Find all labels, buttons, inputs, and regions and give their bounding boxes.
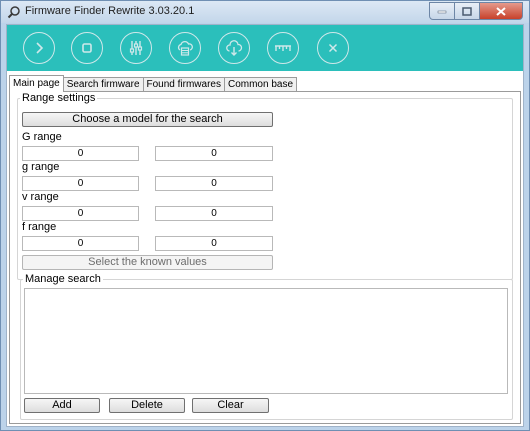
toolbar xyxy=(7,25,523,71)
settings-button[interactable] xyxy=(120,32,152,64)
tab-main-page[interactable]: Main page xyxy=(9,75,64,92)
play-icon xyxy=(36,42,44,54)
close-icon xyxy=(496,6,506,16)
minimize-icon xyxy=(437,10,447,14)
g-lower-range-from-field[interactable]: 0 xyxy=(22,176,139,191)
select-known-values-button[interactable]: Select the known values xyxy=(22,255,273,270)
g-lower-range-label: g range xyxy=(22,161,60,173)
v-range-to-field[interactable]: 0 xyxy=(155,206,273,221)
clear-button[interactable]: Clear xyxy=(192,398,269,413)
v-range-from-field[interactable]: 0 xyxy=(22,206,139,221)
exit-button[interactable] xyxy=(317,32,349,64)
stop-icon xyxy=(82,43,92,53)
manage-search-title: Manage search xyxy=(23,273,103,285)
server-button[interactable] xyxy=(169,32,201,64)
search-queue-list[interactable] xyxy=(24,288,508,394)
f-range-from-field[interactable]: 0 xyxy=(22,236,139,251)
window-title: Firmware Finder Rewrite 3.03.20.1 xyxy=(25,5,195,17)
sliders-icon xyxy=(129,41,143,55)
client-area: Main page Search firmware Found firmware… xyxy=(6,24,524,427)
title-bar[interactable]: Firmware Finder Rewrite 3.03.20.1 xyxy=(1,1,529,23)
close-window-button[interactable] xyxy=(480,2,523,20)
g-lower-range-to-field[interactable]: 0 xyxy=(155,176,273,191)
start-button[interactable] xyxy=(23,32,55,64)
ruler-icon xyxy=(275,45,291,51)
g-upper-range-to-field[interactable]: 0 xyxy=(155,146,273,161)
tab-search-firmware[interactable]: Search firmware xyxy=(62,77,144,92)
g-upper-range-from-field[interactable]: 0 xyxy=(22,146,139,161)
cloud-server-icon xyxy=(177,40,193,56)
window-controls xyxy=(429,2,523,20)
ruler-button[interactable] xyxy=(267,32,299,64)
stop-button[interactable] xyxy=(71,32,103,64)
minimize-button[interactable] xyxy=(429,2,455,20)
v-range-label: v range xyxy=(22,191,59,203)
tab-common-base[interactable]: Common base xyxy=(223,77,298,92)
close-circle-icon xyxy=(328,43,338,53)
delete-button[interactable]: Delete xyxy=(109,398,185,413)
tab-strip: Main page Search firmware Found firmware… xyxy=(9,75,298,92)
choose-model-button[interactable]: Choose a model for the search xyxy=(22,112,273,127)
app-window: Firmware Finder Rewrite 3.03.20.1 Main p… xyxy=(0,0,530,431)
add-button[interactable]: Add xyxy=(24,398,100,413)
cloud-download-icon xyxy=(226,40,243,56)
range-settings-title: Range settings xyxy=(20,92,98,104)
magnifier-app-icon xyxy=(7,6,20,19)
f-range-to-field[interactable]: 0 xyxy=(155,236,273,251)
g-upper-range-label: G range xyxy=(22,131,62,143)
main-page-panel: Range settings Choose a model for the se… xyxy=(9,91,521,424)
maximize-button[interactable] xyxy=(455,2,480,20)
download-button[interactable] xyxy=(218,32,250,64)
maximize-icon xyxy=(462,6,472,16)
tab-found-firmwares[interactable]: Found firmwares xyxy=(142,77,225,92)
f-range-label: f range xyxy=(22,221,57,233)
